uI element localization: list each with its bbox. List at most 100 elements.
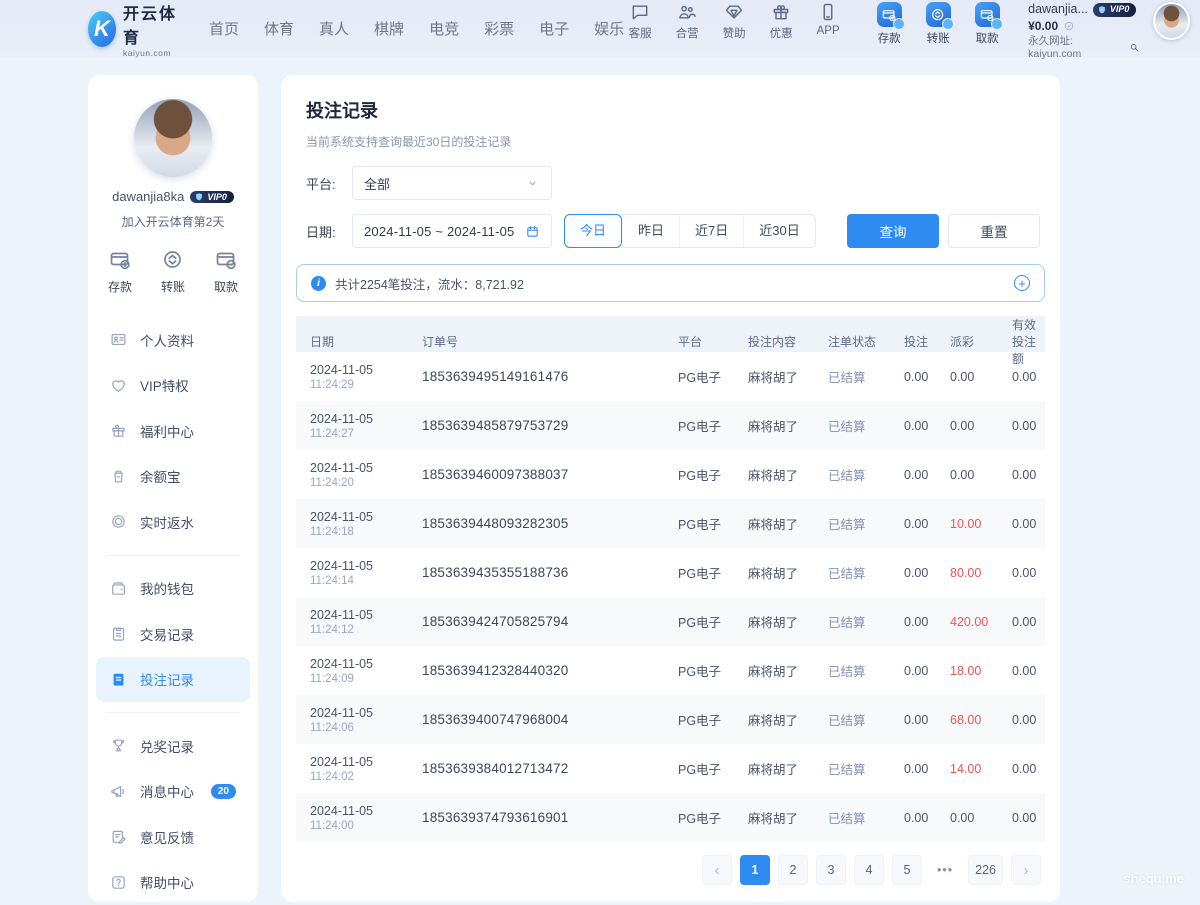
cell-valid-amount: 0.00	[1012, 664, 1045, 678]
bet-time: 11:24:02	[310, 771, 422, 783]
profile-avatar[interactable]	[134, 99, 212, 177]
bet-time: 11:24:27	[310, 428, 422, 440]
header-link-chat[interactable]: 客服	[624, 2, 656, 41]
cell-status: 已结算	[828, 808, 904, 827]
sidebar-item-prize[interactable]: 兑奖记录	[96, 723, 250, 769]
column-header-5: 注单状态	[828, 333, 904, 350]
sidebar-item-feedback[interactable]: 意见反馈	[96, 814, 250, 860]
sidebar-item-profile[interactable]: 个人资料	[96, 317, 250, 363]
cell-payout: 420.00	[950, 615, 1012, 629]
bet-time: 11:24:14	[310, 575, 422, 587]
nav-item-4[interactable]: 棋牌	[374, 18, 404, 39]
header-link-phone[interactable]: APP	[812, 2, 844, 41]
sidebar-deposit-button[interactable]: 存款	[108, 248, 132, 295]
sidebar-withdraw-button[interactable]: 取款	[214, 248, 238, 295]
sidebar-item-vip[interactable]: VIP特权	[96, 363, 250, 409]
sidebar-item-trade[interactable]: 交易记录	[96, 611, 250, 657]
user-info-block[interactable]: dawanjia... VIP0 ¥0.00 永久网址: kaiyun.com	[1028, 2, 1139, 61]
header-transfer-button[interactable]: 转账	[921, 2, 955, 46]
page-button-4[interactable]: 4	[854, 855, 884, 885]
table-row: 2024-11-0511:24:271853639485879753729PG电…	[296, 401, 1045, 450]
bet-time: 11:24:18	[310, 526, 422, 538]
chevron-down-icon	[525, 176, 540, 191]
range-button-近7日[interactable]: 近7日	[679, 215, 743, 247]
nav-item-6[interactable]: 彩票	[484, 18, 514, 39]
sidebar-item-rebate[interactable]: 实时返水	[96, 499, 250, 545]
sidebar-item-bet[interactable]: 投注记录	[96, 657, 250, 703]
prev-page-button[interactable]: ‹	[702, 855, 732, 885]
platform-select[interactable]: 全部	[352, 166, 552, 200]
header-link-label: 合营	[676, 25, 699, 41]
search-button[interactable]: 查询	[847, 214, 939, 248]
bet-date: 2024-11-05	[310, 657, 422, 671]
cell-bet-content: 麻将胡了	[748, 465, 828, 484]
nav-item-5[interactable]: 电竞	[429, 18, 459, 39]
cell-bet-amount: 0.00	[904, 811, 950, 825]
profile-vip-badge: VIP0	[190, 191, 234, 203]
cell-order-number: 1853639485879753729	[422, 418, 678, 433]
nav-item-1[interactable]: 首页	[209, 18, 239, 39]
reset-button[interactable]: 重置	[948, 214, 1040, 248]
next-page-button[interactable]: ›	[1011, 855, 1041, 885]
cell-order-number: 1853639400747968004	[422, 712, 678, 727]
cell-valid-amount: 0.00	[1012, 468, 1045, 482]
refresh-balance-icon[interactable]	[1063, 20, 1075, 32]
main-nav: 首页 体育 真人 棋牌 电竞 彩票 电子 娱乐	[209, 18, 624, 39]
quick-action-label: 存款	[108, 278, 132, 295]
calendar-icon	[525, 224, 540, 239]
cell-payout: 68.00	[950, 713, 1012, 727]
column-header-4: 投注内容	[748, 333, 828, 350]
permanent-url: 永久网址: kaiyun.com	[1028, 35, 1126, 61]
nav-item-2[interactable]: 体育	[264, 18, 294, 39]
cell-date: 2024-11-0511:24:00	[310, 804, 422, 832]
range-button-近30日[interactable]: 近30日	[743, 215, 814, 247]
cell-status: 已结算	[828, 514, 904, 533]
sidebar-item-welfare[interactable]: 福利中心	[96, 408, 250, 454]
sidebar-item-help[interactable]: 帮助中心	[96, 860, 250, 905]
cell-status: 已结算	[828, 612, 904, 631]
cell-valid-amount: 0.00	[1012, 615, 1045, 629]
header-link-gift[interactable]: 优惠	[765, 2, 797, 41]
cell-payout: 0.00	[950, 811, 1012, 825]
nav-item-7[interactable]: 电子	[539, 18, 569, 39]
column-header-3: 平台	[678, 333, 748, 350]
table-header-row: 日期订单号平台投注内容注单状态投注派彩有效投注额	[296, 316, 1045, 352]
sidebar-transfer-button[interactable]: 转账	[161, 248, 185, 295]
page-button-5[interactable]: 5	[892, 855, 922, 885]
sidebar-item-wallet[interactable]: 我的钱包	[96, 566, 250, 612]
cell-platform: PG电子	[678, 563, 748, 582]
cell-platform: PG电子	[678, 612, 748, 631]
table-row: 2024-11-0511:24:141853639435355188736PG电…	[296, 548, 1045, 597]
page-button-226[interactable]: 226	[968, 855, 1003, 885]
header-withdraw-button[interactable]: 取款	[970, 2, 1004, 46]
page-button-2[interactable]: 2	[778, 855, 808, 885]
page-button-1[interactable]: 1	[740, 855, 770, 885]
header-link-diamond[interactable]: 赞助	[718, 2, 750, 41]
range-button-今日[interactable]: 今日	[564, 214, 622, 248]
nav-item-3[interactable]: 真人	[319, 18, 349, 39]
sidebar-item-message[interactable]: 消息中心20	[96, 769, 250, 815]
withdraw-icon	[214, 248, 238, 272]
header-link-people[interactable]: 合营	[671, 2, 703, 41]
cell-bet-content: 麻将胡了	[748, 661, 828, 680]
header-deposit-button[interactable]: 存款	[872, 2, 906, 46]
cell-date: 2024-11-0511:24:06	[310, 706, 422, 734]
cell-bet-amount: 0.00	[904, 762, 950, 776]
cell-valid-amount: 0.00	[1012, 517, 1045, 531]
brand-logo[interactable]: K 开云体育 kaiyun.com	[88, 0, 179, 58]
cell-bet-content: 麻将胡了	[748, 710, 828, 729]
header-link-label: 赞助	[723, 25, 746, 41]
date-range-input[interactable]: 2024-11-05 ~ 2024-11-05	[352, 214, 552, 248]
table-row: 2024-11-0511:24:291853639495149161476PG电…	[296, 352, 1045, 401]
page-button-3[interactable]: 3	[816, 855, 846, 885]
user-avatar[interactable]	[1153, 2, 1190, 40]
range-button-昨日[interactable]: 昨日	[622, 215, 679, 247]
bet-time: 11:24:09	[310, 673, 422, 685]
expand-summary-icon[interactable]: +	[1014, 275, 1030, 291]
sidebar-item-pot[interactable]: 余额宝	[96, 454, 250, 500]
search-icon[interactable]	[1129, 42, 1140, 53]
cell-date: 2024-11-0511:24:29	[310, 363, 422, 391]
nav-item-8[interactable]: 娱乐	[594, 18, 624, 39]
column-header-7: 派彩	[950, 333, 1012, 350]
prize-icon	[110, 737, 127, 754]
